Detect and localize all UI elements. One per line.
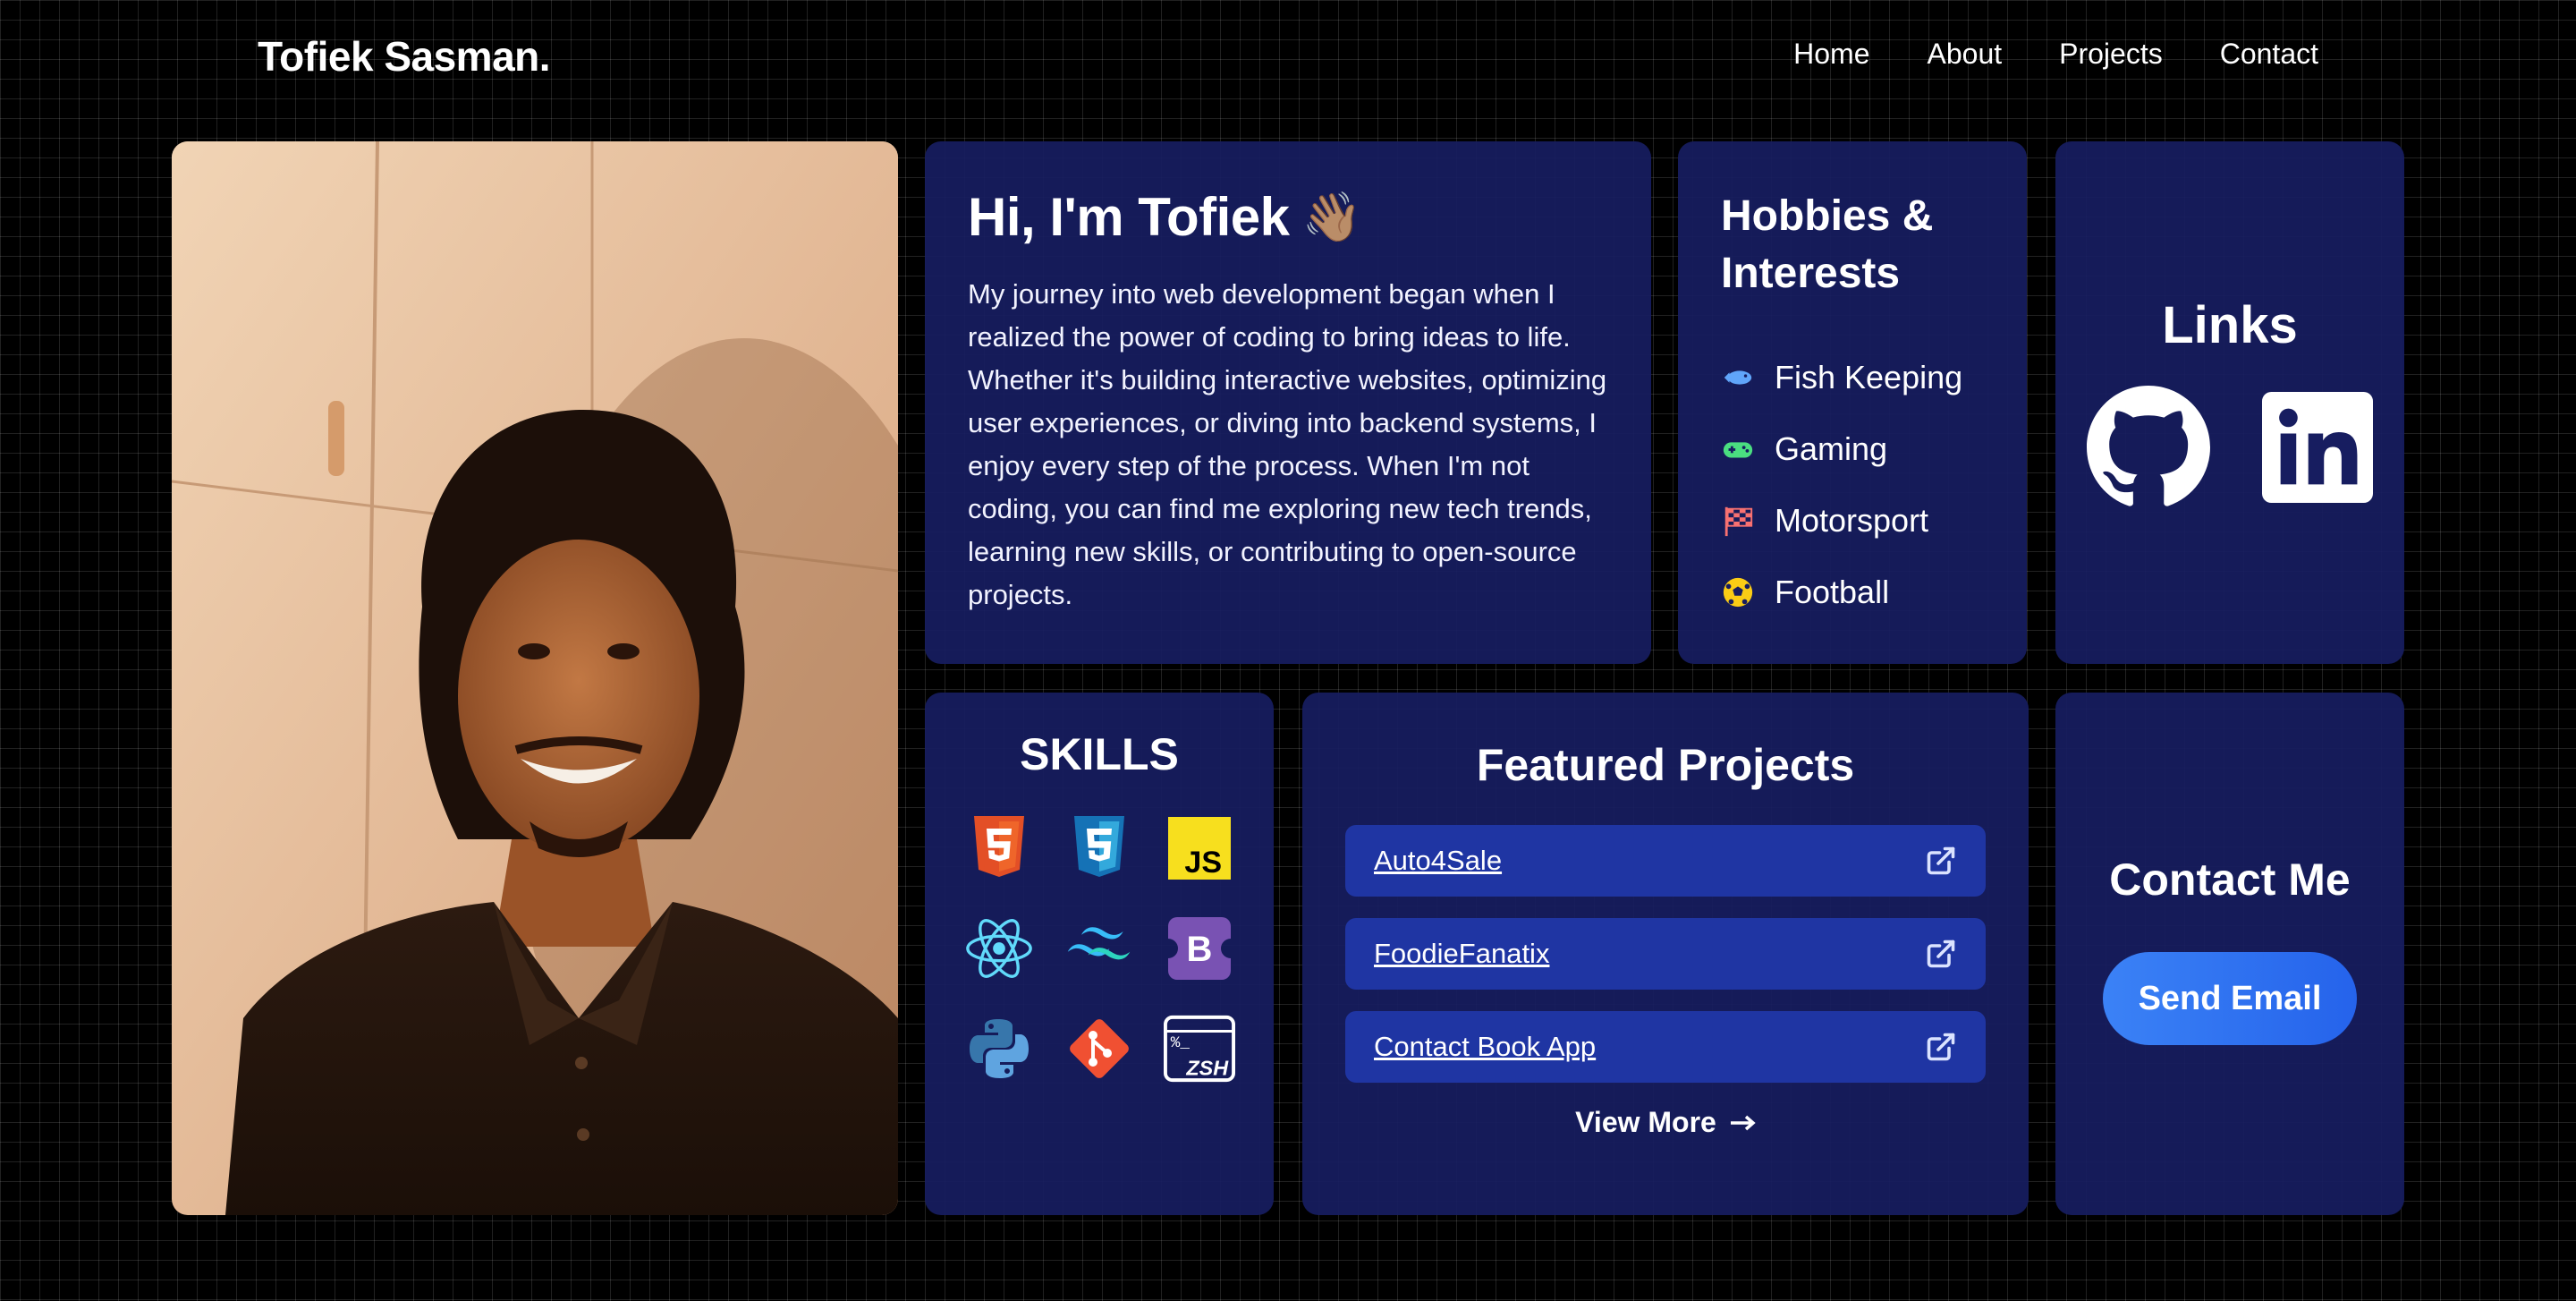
- project-name: Auto4Sale: [1374, 845, 1503, 876]
- project-name: Contact Book App: [1374, 1031, 1597, 1062]
- hobbies-card: Hobbies & Interests Fish Keeping Gaming: [1678, 141, 2027, 664]
- checkered-flag-icon: [1724, 506, 1753, 537]
- project-name: FoodieFanatix: [1374, 938, 1550, 969]
- main-nav: Home About Projects Contact: [1793, 38, 2318, 71]
- linkedin-link[interactable]: [2262, 392, 2373, 507]
- links-title: Links: [2162, 296, 2298, 354]
- hobbies-title: Hobbies & Interests: [1721, 192, 1934, 297]
- football-icon: [1723, 577, 1753, 608]
- contact-card: Contact Me Send Email: [2055, 693, 2404, 1215]
- linkedin-icon: [2262, 392, 2373, 503]
- github-icon: [2087, 386, 2210, 506]
- site-brand[interactable]: Tofiek Sasman.: [258, 32, 551, 81]
- git-icon: [1063, 1013, 1135, 1084]
- zsh-terminal-icon: %_ ZSH: [1164, 1013, 1235, 1084]
- hobby-item: Motorsport: [1721, 485, 1984, 557]
- skills-grid: JS B %_ ZSH: [963, 812, 1235, 1084]
- arrow-right-icon: [1730, 1115, 1756, 1130]
- hobby-label: Motorsport: [1775, 502, 1929, 539]
- github-link[interactable]: [2087, 386, 2210, 514]
- projects-title: Featured Projects: [1476, 740, 1855, 790]
- js-label: JS: [1184, 846, 1222, 880]
- send-email-button[interactable]: Send Email: [2103, 952, 2357, 1045]
- bootstrap-icon: B: [1164, 913, 1235, 984]
- about-heading: Hi, I'm Tofiek 👋🏽: [968, 186, 1608, 248]
- project-link-auto4sale[interactable]: Auto4Sale: [1345, 825, 1986, 897]
- external-link-icon: [1927, 1033, 1955, 1061]
- nav-contact[interactable]: Contact: [2220, 38, 2318, 71]
- skills-title: SKILLS: [1020, 729, 1179, 779]
- project-link-foodiefanatix[interactable]: FoodieFanatix: [1345, 918, 1986, 990]
- skills-card: SKILLS JS B %_ ZSH: [925, 693, 1274, 1215]
- hobby-item: Football: [1721, 557, 1984, 628]
- react-icon: [963, 913, 1035, 984]
- view-more-label: View More: [1575, 1106, 1716, 1138]
- python-icon: [963, 1013, 1035, 1084]
- html5-icon: [963, 812, 1035, 884]
- hobby-label: Fish Keeping: [1775, 359, 1963, 395]
- contact-title: Contact Me: [2109, 855, 2351, 905]
- nav-projects[interactable]: Projects: [2059, 38, 2163, 71]
- greeting-text: Hi, I'm Tofiek: [968, 187, 1290, 247]
- projects-list: Auto4Sale FoodieFanatix Contact Book App: [1345, 825, 1986, 1083]
- about-bio: My journey into web development began wh…: [968, 278, 1607, 610]
- tailwind-icon: [1063, 913, 1135, 984]
- nav-home[interactable]: Home: [1793, 38, 1869, 71]
- external-link-icon: [1927, 940, 1955, 968]
- view-more-link[interactable]: View More: [1575, 1106, 1756, 1139]
- hobby-item: Gaming: [1721, 413, 1984, 485]
- javascript-icon: JS: [1164, 812, 1235, 884]
- gamepad-icon: [1723, 442, 1753, 458]
- fish-icon: [1724, 370, 1752, 385]
- hobby-label: Gaming: [1775, 430, 1888, 467]
- hobby-item: Fish Keeping: [1721, 342, 1984, 413]
- external-link-icon: [1927, 846, 1955, 875]
- nav-about[interactable]: About: [1928, 38, 2003, 71]
- social-links: [2087, 386, 2373, 514]
- profile-photo: [172, 141, 898, 1215]
- zsh-prompt: %_: [1171, 1034, 1191, 1052]
- links-card: Links: [2055, 141, 2404, 664]
- bootstrap-label: B: [1187, 930, 1213, 969]
- css3-icon: [1063, 812, 1135, 884]
- projects-card: Featured Projects Auto4Sale FoodieFanati…: [1302, 693, 2029, 1215]
- project-link-contact-book-app[interactable]: Contact Book App: [1345, 1011, 1986, 1083]
- about-card: Hi, I'm Tofiek 👋🏽 My journey into web de…: [925, 141, 1651, 664]
- waving-hand-icon: 👋🏽: [1301, 188, 1362, 245]
- hobby-label: Football: [1775, 574, 1890, 610]
- hobbies-list: Fish Keeping Gaming Motorsport Football: [1721, 342, 1984, 628]
- zsh-label: ZSH: [1185, 1056, 1229, 1079]
